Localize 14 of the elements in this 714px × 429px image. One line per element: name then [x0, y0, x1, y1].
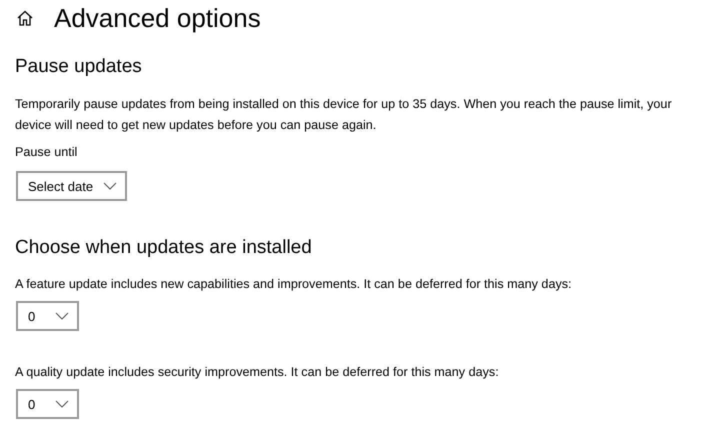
days-dropdown[interactable]: 0: [16, 301, 79, 331]
home-icon[interactable]: [16, 9, 34, 27]
chevron-down-icon: [103, 182, 117, 190]
chevron-down-icon: [55, 400, 69, 408]
setting-label: A quality update includes security improvements. It can be deferred for this many days:: [15, 365, 500, 379]
date-dropdown[interactable]: Select date: [16, 171, 127, 201]
section-heading: Pause updates: [15, 56, 143, 78]
setting-label: A feature update includes new capabilities and improvements. It can be deferred for this many days:: [15, 277, 573, 291]
page-title: Advanced options: [54, 2, 261, 34]
days-dropdown[interactable]: 0: [16, 389, 79, 419]
chevron-down-icon: [55, 312, 69, 320]
field-label: Pause until: [15, 145, 78, 159]
section-heading: Choose when updates are installed: [15, 237, 313, 259]
description-text: Temporarily pause updates from being installed on this device for up to 35 days. When you reach the pause limit, your device will need to get new updates before you can pause again.: [15, 96, 673, 134]
